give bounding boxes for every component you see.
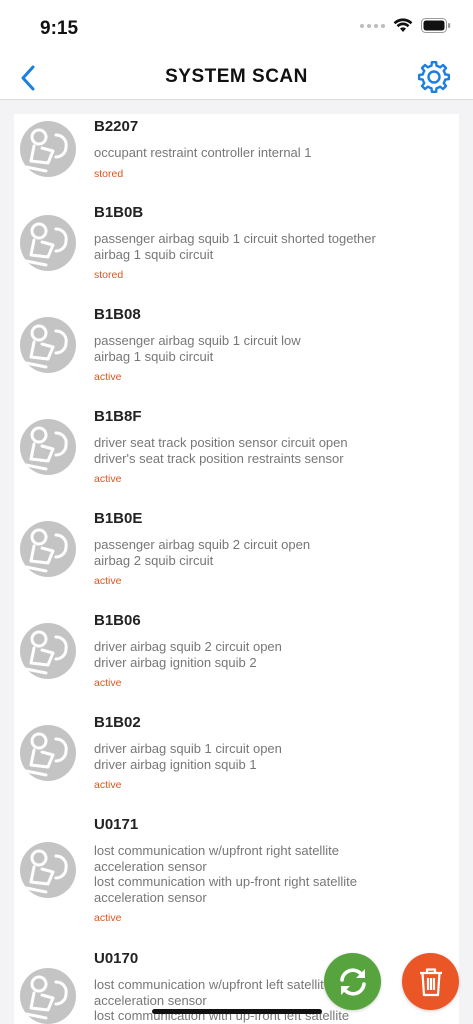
dtc-code: B1B8F bbox=[94, 408, 142, 425]
dtc-description-line: driver airbag squib 1 circuit open bbox=[94, 741, 282, 756]
dtc-list-item[interactable]: B1B0E passenger airbag squib 2 circuit op… bbox=[14, 506, 459, 608]
dtc-description-line: passenger airbag squib 1 circuit shorted… bbox=[94, 231, 376, 246]
dtc-code: B1B0B bbox=[94, 204, 144, 221]
airbag-module-icon bbox=[20, 725, 76, 781]
dtc-description-line: driver's seat track position restraints … bbox=[94, 450, 344, 466]
refresh-icon bbox=[339, 967, 366, 996]
dtc-item-body: B1B0B passenger airbag squib 1 circuit sh… bbox=[94, 204, 451, 281]
dtc-item-body: B1B8F driver seat track position sensor c… bbox=[94, 408, 451, 485]
dtc-list-item[interactable]: B2207 occupant restraint controller inter… bbox=[14, 114, 459, 200]
wifi-icon bbox=[393, 18, 413, 32]
signal-dots-icon bbox=[360, 23, 385, 28]
airbag-module-icon bbox=[20, 521, 76, 577]
dtc-description-line: airbag 2 squib circuit bbox=[94, 552, 214, 568]
dtc-status: stored bbox=[94, 167, 124, 180]
dtc-description-line: driver airbag ignition squib 1 bbox=[94, 756, 257, 772]
airbag-module-icon bbox=[20, 121, 76, 177]
dtc-list-item[interactable]: B1B08 passenger airbag squib 1 circuit lo… bbox=[14, 302, 459, 404]
dtc-description-line: airbag 1 squib circuit bbox=[94, 246, 214, 262]
dtc-status: active bbox=[94, 575, 122, 587]
dtc-code: B1B02 bbox=[94, 714, 141, 731]
dtc-code: B1B0E bbox=[94, 510, 143, 527]
airbag-module-icon bbox=[20, 215, 76, 271]
dtc-item-body: U0171 lost communication w/upfront right … bbox=[94, 816, 451, 924]
airbag-module-icon bbox=[20, 317, 76, 373]
airbag-module-icon bbox=[20, 968, 76, 1024]
dtc-description-line: lost communication w/upfront left satell… bbox=[94, 977, 331, 992]
gear-icon bbox=[417, 60, 451, 94]
dtc-description: passenger airbag squib 1 circuit low airb… bbox=[94, 333, 451, 364]
dtc-description-line: passenger airbag squib 2 circuit open bbox=[94, 537, 311, 552]
dtc-status: active bbox=[94, 912, 122, 924]
dtc-description: lost communication w/upfront left satell… bbox=[94, 977, 451, 1024]
dtc-description-line: airbag 1 squib circuit bbox=[94, 348, 214, 364]
dtc-description-line: acceleration sensor bbox=[94, 889, 207, 905]
home-indicator[interactable] bbox=[152, 1009, 322, 1014]
dtc-description: driver airbag squib 2 circuit open driver… bbox=[94, 639, 451, 670]
dtc-description-line: lost communication w/upfront right satel… bbox=[94, 843, 339, 858]
delete-button[interactable] bbox=[402, 953, 459, 1010]
dtc-description: occupant restraint controller internal 1 bbox=[94, 145, 451, 161]
dtc-item-body: B1B0E passenger airbag squib 2 circuit op… bbox=[94, 510, 451, 587]
dtc-item-body: B1B08 passenger airbag squib 1 circuit lo… bbox=[94, 306, 451, 383]
dtc-description-line: driver seat track position sensor circui… bbox=[94, 435, 348, 450]
dtc-description: driver seat track position sensor circui… bbox=[94, 435, 451, 466]
dtc-list-item[interactable]: U0171 lost communication w/upfront right … bbox=[14, 812, 459, 946]
dtc-description: lost communication w/upfront right satel… bbox=[94, 843, 451, 905]
dtc-item-body: B1B06 driver airbag squib 2 circuit open d… bbox=[94, 612, 451, 689]
dtc-status: active bbox=[94, 677, 122, 689]
status-bar: 9:15 bbox=[0, 0, 473, 56]
dtc-code: B1B06 bbox=[94, 612, 141, 629]
dtc-item-body: B2207 occupant restraint controller inter… bbox=[94, 118, 451, 180]
dtc-list-item[interactable]: B1B0B passenger airbag squib 1 circuit sh… bbox=[14, 200, 459, 302]
airbag-module-icon bbox=[20, 419, 76, 475]
dtc-status: active bbox=[94, 473, 122, 485]
dtc-description-line: passenger airbag squib 1 circuit low bbox=[94, 333, 301, 348]
status-icons bbox=[360, 18, 451, 33]
airbag-module-icon bbox=[20, 842, 76, 898]
dtc-list-item[interactable]: B1B8F driver seat track position sensor c… bbox=[14, 404, 459, 506]
dtc-status: stored bbox=[94, 269, 124, 281]
settings-button[interactable] bbox=[415, 58, 453, 96]
dtc-list-item[interactable]: B1B02 driver airbag squib 1 circuit open d… bbox=[14, 710, 459, 812]
dtc-description-line: acceleration sensor bbox=[94, 992, 207, 1008]
dtc-description-line: occupant restraint controller internal 1 bbox=[94, 145, 312, 160]
dtc-description: passenger airbag squib 1 circuit shorted… bbox=[94, 231, 451, 262]
dtc-description-line: driver airbag squib 2 circuit open bbox=[94, 639, 282, 654]
dtc-description-line: acceleration sensor bbox=[94, 858, 207, 874]
dtc-item-body: B1B02 driver airbag squib 1 circuit open d… bbox=[94, 714, 451, 791]
dtc-description: passenger airbag squib 2 circuit open air… bbox=[94, 537, 451, 568]
dtc-description-line: lost communication with up-front right s… bbox=[94, 874, 358, 889]
navigation-bar: SYSTEM SCAN bbox=[0, 56, 473, 100]
dtc-code: B2207 bbox=[94, 118, 139, 135]
dtc-description: driver airbag squib 1 circuit open driver… bbox=[94, 741, 451, 772]
status-time: 9:15 bbox=[40, 18, 79, 39]
battery-icon bbox=[421, 18, 451, 33]
page-title: SYSTEM SCAN bbox=[165, 66, 308, 87]
dtc-description-line: driver airbag ignition squib 2 bbox=[94, 654, 257, 670]
dtc-code: B1B08 bbox=[94, 306, 141, 323]
dtc-code: U0170 bbox=[94, 950, 139, 967]
dtc-status: active bbox=[94, 779, 122, 791]
refresh-button[interactable] bbox=[324, 953, 381, 1010]
dtc-list[interactable]: B2207 occupant restraint controller inter… bbox=[14, 114, 459, 1024]
dtc-list-item[interactable]: B1B06 driver airbag squib 2 circuit open d… bbox=[14, 608, 459, 710]
airbag-module-icon bbox=[20, 623, 76, 679]
trash-icon bbox=[419, 967, 442, 996]
dtc-status: active bbox=[94, 371, 122, 383]
dtc-code: U0171 bbox=[94, 816, 139, 833]
